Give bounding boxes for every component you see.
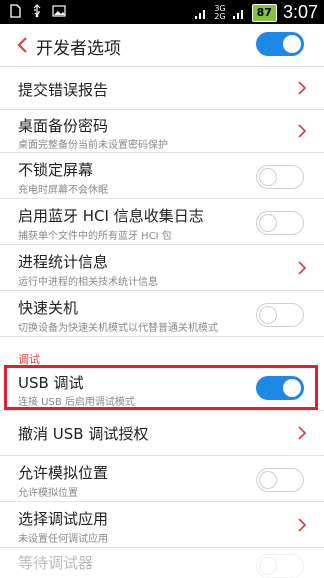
item-title: 不锁定屏幕 — [18, 161, 94, 179]
battery-indicator: 87 — [251, 3, 277, 22]
item-subtitle: 桌面完整备份当前未设置密码保护 — [18, 140, 168, 151]
developer-options-toggle[interactable] — [256, 32, 304, 56]
list-item-bluetooth-hci-log[interactable]: 启用蓝牙 HCI 信息收集日志 捕获单个文件中的所有蓝牙 HCI 包 — [0, 199, 324, 245]
toggle-knob — [259, 557, 277, 575]
toggle-knob — [283, 35, 301, 53]
item-title: 等待调试器 — [18, 554, 94, 572]
signal-bars-icon — [195, 9, 206, 19]
item-subtitle: 捕获单个文件中的所有蓝牙 HCI 包 — [18, 231, 172, 242]
network-type: 3G 2G — [214, 4, 226, 21]
stay-awake-toggle[interactable] — [256, 165, 304, 189]
item-subtitle: 允许模拟位置 — [18, 488, 78, 499]
toggle-knob — [259, 214, 277, 232]
chevron-right-icon — [298, 81, 307, 95]
chevron-right-icon — [298, 518, 307, 532]
item-title: 选择调试应用 — [18, 510, 109, 528]
list-item-process-stats[interactable]: 进程统计信息 运行中进程的相关技术统计信息 — [0, 245, 324, 291]
list-item-revoke-usb-auth[interactable]: 撤消 USB 调试授权 — [0, 411, 324, 456]
image-icon — [52, 5, 66, 17]
chevron-right-icon — [298, 426, 307, 440]
clock: 3:07 — [282, 2, 318, 22]
bluetooth-hci-log-toggle[interactable] — [256, 211, 304, 235]
status-bar: 3G 2G 87 3:07 — [0, 0, 324, 24]
app-header: 开发者选项 — [0, 24, 324, 67]
highlight-box — [4, 365, 318, 410]
mock-location-toggle[interactable] — [256, 468, 304, 492]
list-item-stay-awake[interactable]: 不锁定屏幕 充电时屏幕不会休眠 — [0, 153, 324, 199]
item-title: 撤消 USB 调试授权 — [18, 425, 149, 443]
toggle-knob — [259, 306, 277, 324]
list-item-debug-app[interactable]: 选择调试应用 未设置任何调试应用 — [0, 502, 324, 548]
back-arrow-icon[interactable] — [12, 34, 34, 56]
page-title: 开发者选项 — [36, 39, 121, 59]
item-subtitle: 未设置任何调试应用 — [18, 534, 108, 545]
item-title: 允许模拟位置 — [18, 464, 109, 482]
chevron-right-icon — [298, 124, 307, 138]
item-title: 进程统计信息 — [18, 253, 109, 271]
list-item-mock-location[interactable]: 允许模拟位置 允许模拟位置 — [0, 456, 324, 502]
list-item-wait-for-debugger: 等待调试器 — [0, 548, 324, 578]
toggle-knob — [259, 168, 277, 186]
chevron-right-icon — [298, 261, 307, 275]
item-subtitle: 充电时屏幕不会休眠 — [18, 185, 108, 196]
item-title: 提交错误报告 — [18, 81, 109, 99]
signal-bars-icon-2 — [232, 9, 243, 19]
usb-icon — [33, 4, 41, 18]
network-bottom: 2G — [214, 11, 226, 21]
wait-for-debugger-toggle — [256, 554, 304, 578]
item-subtitle: 运行中进程的相关技术统计信息 — [18, 277, 158, 288]
item-subtitle: 切换设备为快速关机模式以代替普通关机模式 — [18, 323, 218, 334]
sim-card-icon — [10, 4, 21, 18]
list-item-backup-password[interactable]: 桌面备份密码 桌面完整备份当前未设置密码保护 — [0, 110, 324, 153]
toggle-knob — [259, 471, 277, 489]
list-item-bug-report[interactable]: 提交错误报告 — [0, 67, 324, 110]
item-title: 启用蓝牙 HCI 信息收集日志 — [18, 207, 204, 225]
item-title: 桌面备份密码 — [18, 117, 109, 135]
list-item-fast-shutdown[interactable]: 快速关机 切换设备为快速关机模式以代替普通关机模式 — [0, 291, 324, 337]
fast-shutdown-toggle[interactable] — [256, 303, 304, 327]
item-title: 快速关机 — [18, 299, 79, 317]
